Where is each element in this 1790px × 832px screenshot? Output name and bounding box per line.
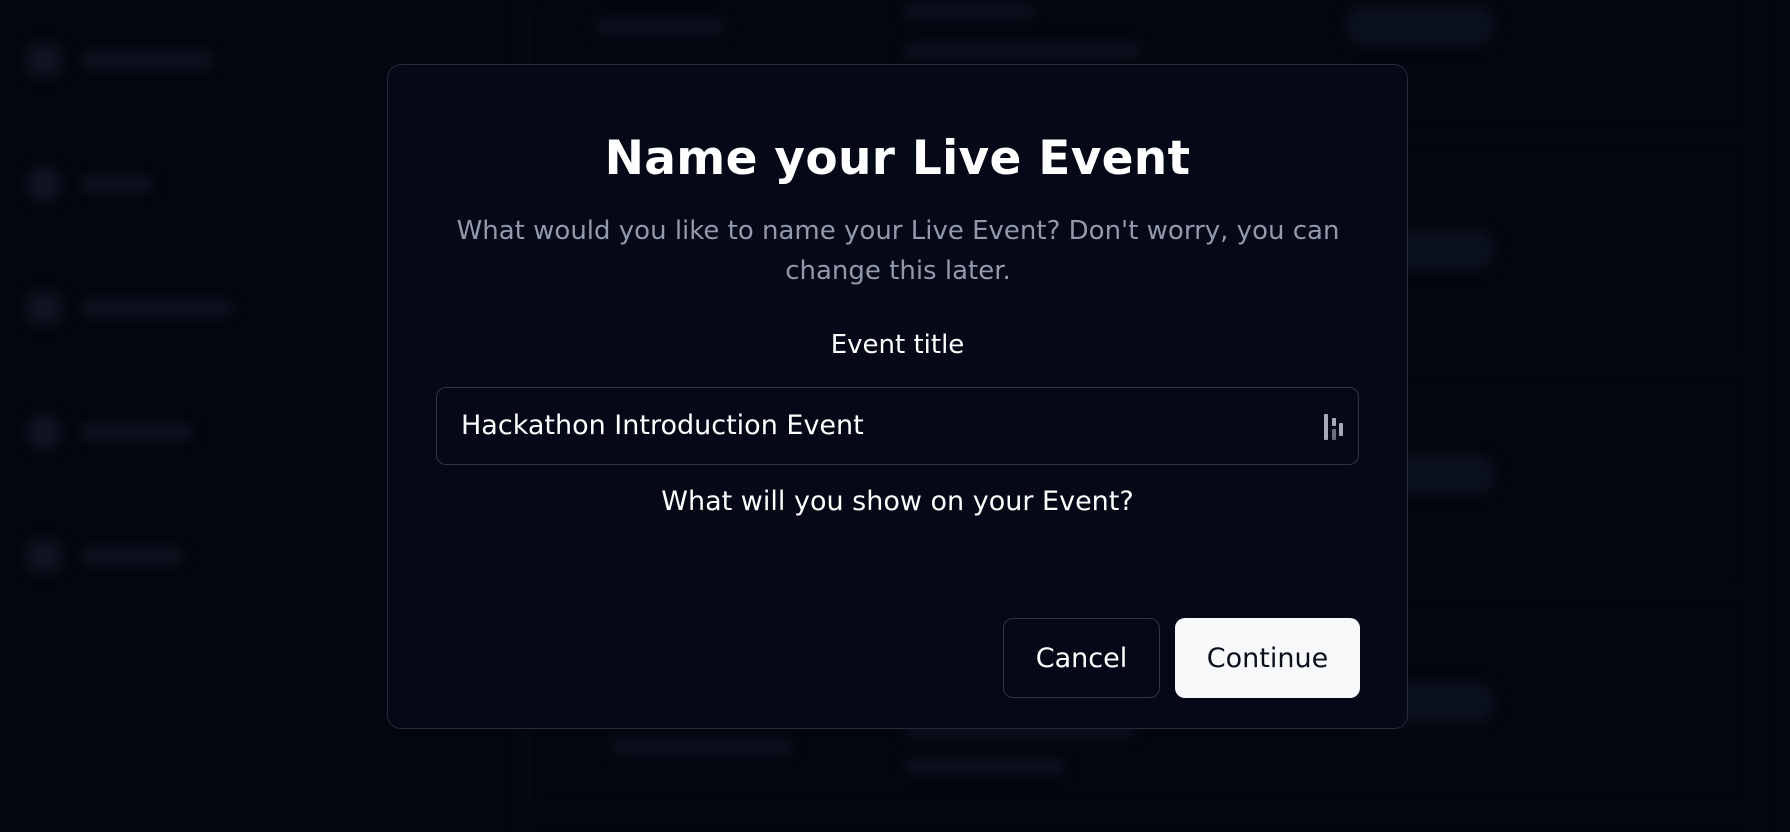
- blurred-text: [905, 760, 1065, 774]
- blurred-text: [905, 44, 1140, 58]
- blurred-sidebar-item: [28, 412, 192, 452]
- dialog-title: Name your Live Event: [604, 131, 1191, 186]
- event-title-field[interactable]: [436, 387, 1359, 465]
- name-event-dialog: Name your Live Event What would you like…: [387, 64, 1408, 729]
- blurred-divider: [1752, 0, 1756, 832]
- continue-button[interactable]: Continue: [1175, 618, 1360, 698]
- password-manager-extension-icon[interactable]: [1322, 414, 1346, 440]
- blurred-text: [905, 4, 1035, 18]
- blurred-sidebar-item: [28, 536, 182, 576]
- blurred-sidebar-item: [28, 40, 212, 80]
- cancel-button[interactable]: Cancel: [1003, 618, 1160, 698]
- blurred-pill: [1345, 6, 1495, 46]
- blurred-sidebar-item: [28, 164, 152, 204]
- dialog-subtitle: What would you like to name your Live Ev…: [456, 216, 1340, 286]
- blurred-text: [595, 20, 725, 34]
- event-title-label: Event title: [830, 330, 965, 360]
- modal-backdrop[interactable]: Name your Live Event What would you like…: [0, 0, 1790, 832]
- blurred-text: [612, 740, 792, 754]
- blurred-row-divider: [540, 812, 1740, 814]
- event-title-input[interactable]: [437, 388, 1297, 463]
- show-question-heading: What will you show on your Event?: [661, 486, 1134, 517]
- blurred-sidebar-item: [28, 288, 232, 328]
